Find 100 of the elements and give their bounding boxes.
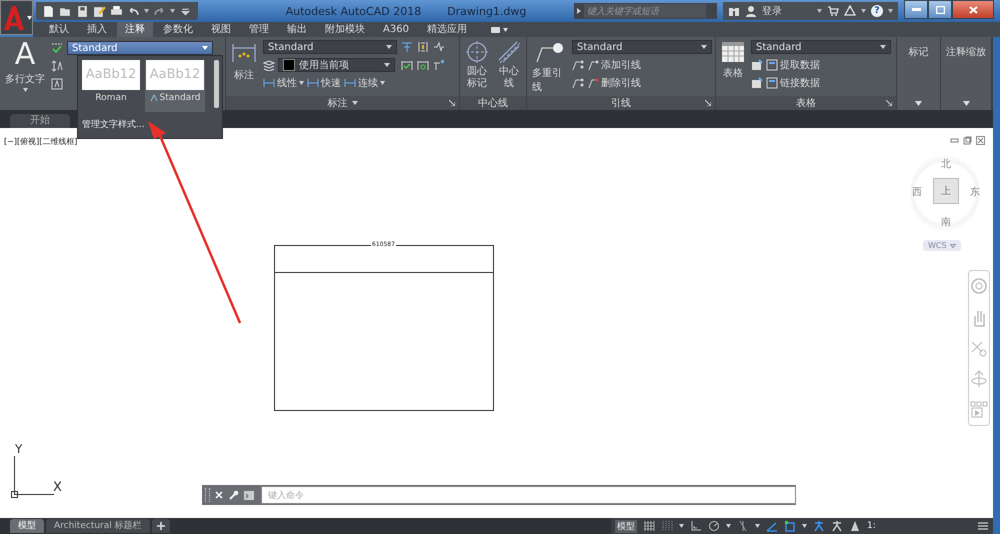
save-as-icon[interactable] [93, 4, 106, 18]
cart-icon[interactable] [827, 5, 839, 17]
ribbon-tab[interactable]: 默认 [41, 22, 77, 37]
align-leader-icon[interactable] [572, 59, 584, 71]
table-data-icon[interactable] [751, 77, 763, 89]
panel-title[interactable]: 表格 [796, 96, 816, 110]
caret-icon[interactable] [755, 524, 760, 528]
text-style-option[interactable]: AaBb12 Standard [145, 60, 205, 112]
save-icon[interactable] [76, 4, 89, 18]
panel-title[interactable]: 标注 [328, 96, 348, 110]
object-snap-icon[interactable] [784, 520, 796, 532]
network-triangle-icon[interactable] [844, 5, 856, 17]
caret-icon[interactable] [352, 101, 358, 105]
close-viewport-icon[interactable] [976, 136, 985, 145]
caret-icon[interactable] [888, 9, 893, 13]
compass-label[interactable]: 北 [941, 157, 951, 171]
align-leader-icon[interactable] [572, 77, 584, 89]
ribbon-tab[interactable]: 精选应用 [418, 22, 475, 37]
dimension-style-dropdown[interactable]: Standard [263, 40, 397, 54]
new-file-icon[interactable] [42, 4, 55, 18]
layout-tab[interactable]: Architectural 标题栏 [46, 519, 150, 533]
caret-icon[interactable] [170, 9, 175, 13]
minimize-viewport-icon[interactable] [950, 136, 959, 145]
minimize-button[interactable] [904, 0, 928, 19]
dimension-break-icon[interactable] [401, 41, 413, 53]
caret-icon[interactable] [726, 524, 731, 528]
command-prompt-icon[interactable] [244, 490, 256, 500]
leader-tool-button[interactable]: 添加引线 [587, 58, 641, 72]
help-button[interactable]: ? [871, 5, 883, 17]
caret-icon[interactable] [679, 524, 684, 528]
reassociate-icon[interactable] [433, 59, 445, 71]
caret-icon[interactable] [802, 524, 807, 528]
caret-icon[interactable] [861, 9, 866, 13]
table-data-button[interactable]: 提取数据 [766, 58, 820, 72]
ribbon-tab[interactable]: 参数化 [155, 22, 201, 37]
centerline-tool-button[interactable]: 中心线 [495, 40, 523, 90]
dimension-tool-button[interactable]: 快速 [307, 76, 341, 90]
binoculars-icon[interactable] [728, 5, 740, 17]
dimension-tool-button[interactable]: 连续 [344, 76, 385, 90]
caret-icon[interactable] [144, 9, 149, 13]
viewport-controls-label[interactable]: [−][俯视][二维线框] [4, 136, 78, 147]
coordinate-system-menu[interactable]: WCS [923, 240, 961, 251]
ribbon-tab[interactable]: 输出 [279, 22, 315, 37]
collapsed-panel-button[interactable]: 注释缩放 [941, 37, 991, 110]
inspect-icon[interactable] [401, 59, 413, 71]
multiline-text-button[interactable]: A 多行文字 [3, 40, 47, 92]
text-frame-icon[interactable] [51, 78, 63, 90]
caret-icon[interactable] [817, 9, 822, 13]
multileader-button[interactable]: 多重引线 [530, 40, 568, 94]
wrench-icon[interactable] [228, 490, 239, 500]
table-data-button[interactable]: 链接数据 [766, 76, 820, 90]
ribbon-tab[interactable]: A360 [375, 22, 417, 37]
table-style-dropdown[interactable]: Standard [751, 40, 891, 54]
ortho-icon[interactable] [690, 520, 702, 532]
close-button[interactable] [952, 0, 994, 19]
text-style-option[interactable]: AaBb12 Roman [81, 60, 141, 112]
manage-text-styles-item[interactable]: 管理文字样式... [78, 112, 222, 137]
ribbon-tab[interactable]: 插入 [79, 22, 115, 37]
dimension-space-icon[interactable] [417, 41, 429, 53]
close-icon[interactable] [215, 491, 223, 499]
add-layout-button[interactable] [152, 519, 170, 533]
sign-in-link[interactable]: 登录 [762, 4, 812, 18]
document-tab[interactable]: 开始 [10, 114, 70, 128]
centerline-tool-button[interactable]: 圆心标记 [463, 40, 491, 90]
dialog-launcher-icon[interactable] [886, 100, 892, 106]
grid-icon[interactable] [643, 520, 655, 532]
text-style-dropdown[interactable]: Standard [67, 41, 213, 55]
maximize-button[interactable] [928, 0, 952, 19]
collapsed-panel-button[interactable]: 标记 [897, 37, 940, 110]
dimension-button[interactable]: 标注 [229, 40, 259, 82]
dialog-launcher-icon[interactable] [449, 100, 455, 106]
dialog-launcher-icon[interactable] [705, 100, 711, 106]
snap-grid-icon[interactable] [661, 520, 673, 532]
panel-visibility-icon[interactable] [490, 26, 509, 32]
ribbon-tab[interactable]: 附加模块 [317, 22, 373, 37]
scrollbar[interactable] [214, 60, 219, 108]
viewcube-face[interactable]: 上 [933, 178, 959, 204]
ribbon-tab[interactable]: 注释 [117, 22, 153, 37]
jog-line-icon[interactable] [433, 41, 445, 53]
table-button[interactable]: 表格 [719, 40, 747, 80]
command-input-field[interactable]: 键入命令 [261, 486, 796, 504]
update-icon[interactable] [417, 59, 429, 71]
auto-scale-icon[interactable] [831, 520, 843, 532]
compass-label[interactable]: 东 [970, 185, 980, 199]
leader-tool-button[interactable]: 删除引线 [587, 76, 641, 90]
dimension-tool-button[interactable]: 线性 [263, 76, 304, 90]
restore-viewport-icon[interactable] [963, 136, 972, 145]
search-field[interactable]: 键入关键字或短语 [584, 4, 706, 18]
model-space-button[interactable]: 模型 [615, 520, 637, 532]
ribbon-tab[interactable]: 视图 [203, 22, 239, 37]
scale-label[interactable]: 1: [867, 521, 971, 531]
print-icon[interactable] [110, 4, 123, 18]
text-height-icon[interactable] [51, 60, 63, 72]
layer-dropdown[interactable]: 使用当前项 [278, 58, 395, 72]
annotation-scale-icon[interactable] [849, 520, 861, 532]
multileader-style-dropdown[interactable]: Standard [572, 40, 712, 54]
spell-check-icon[interactable] [51, 42, 63, 54]
compass-label[interactable]: 西 [912, 185, 922, 199]
expand-arrow-icon[interactable] [577, 8, 581, 14]
panel-title[interactable]: 引线 [611, 96, 631, 110]
